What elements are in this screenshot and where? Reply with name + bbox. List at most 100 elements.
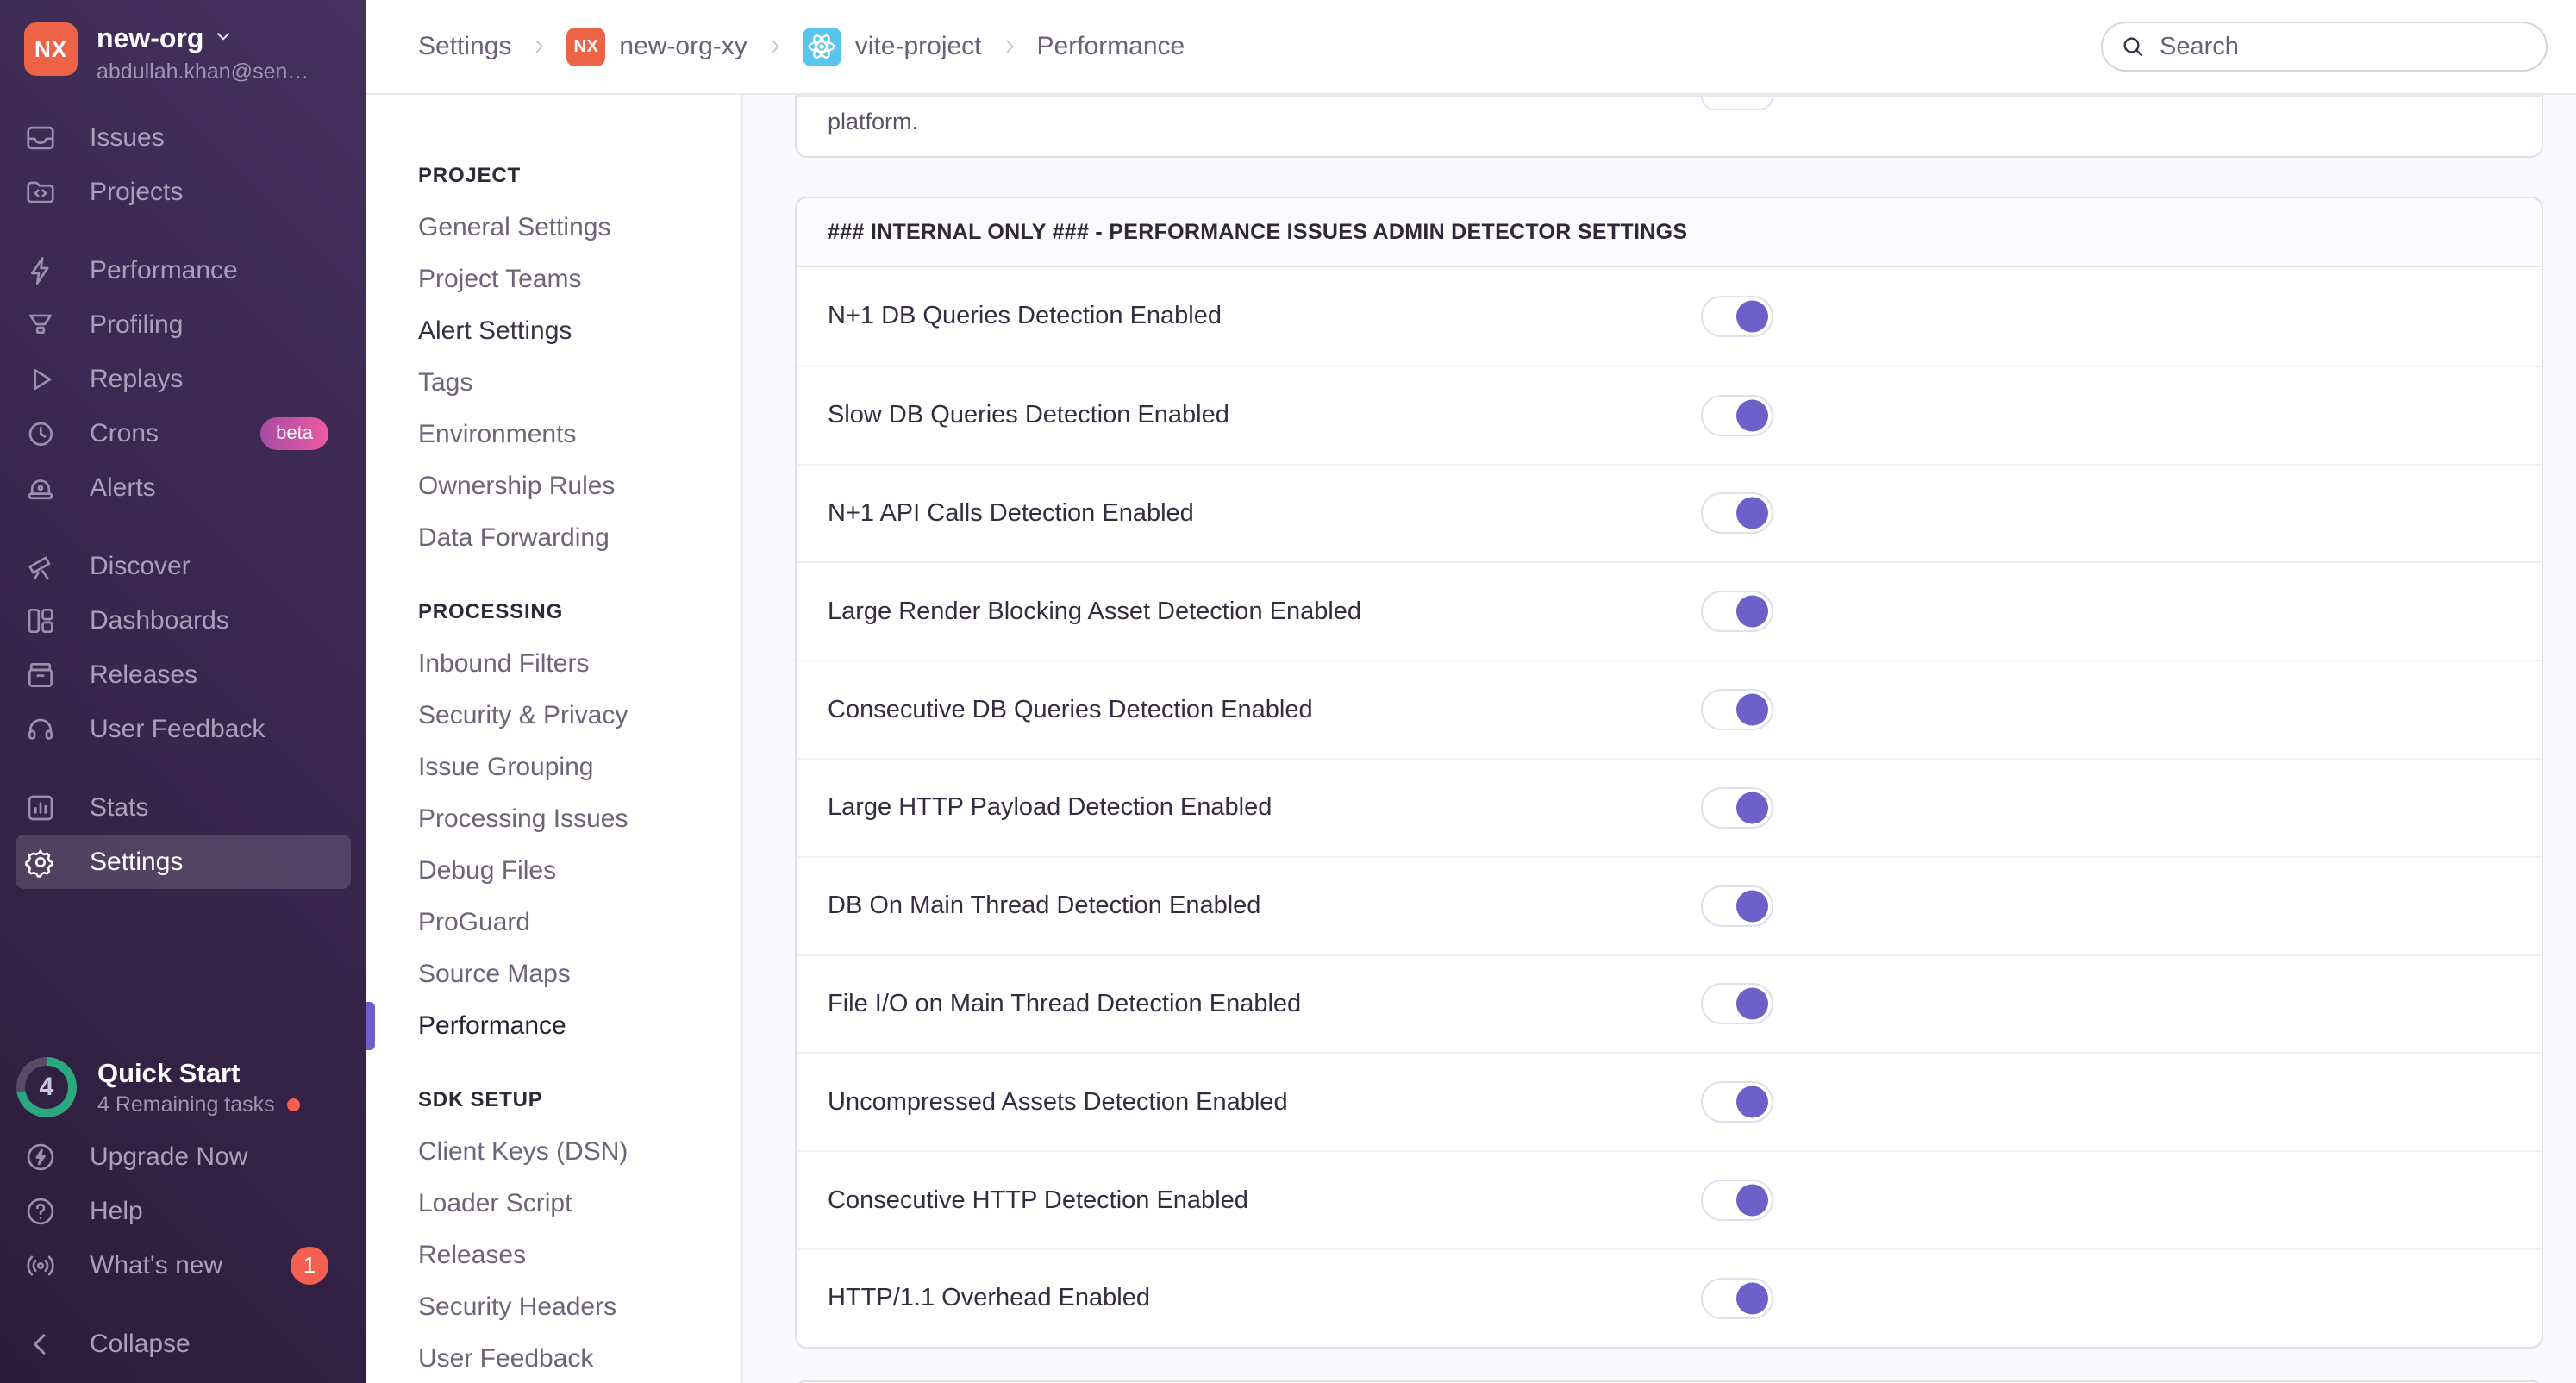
toggle-switch[interactable] bbox=[1701, 786, 1773, 829]
toggle-switch[interactable] bbox=[1701, 591, 1773, 633]
subnav-item-processing-issues[interactable]: Processing Issues bbox=[418, 793, 741, 845]
subnav-item-label: Releases bbox=[418, 1241, 527, 1269]
help-icon bbox=[24, 1195, 57, 1228]
subnav-item-alert-settings[interactable]: Alert Settings bbox=[418, 305, 741, 357]
toggle-knob bbox=[1736, 1086, 1768, 1118]
subnav-item-client-keys[interactable]: Client Keys (DSN) bbox=[418, 1126, 741, 1178]
subnav-item-label: Issue Grouping bbox=[418, 753, 594, 781]
subnav-item-user-feedback[interactable]: User Feedback bbox=[418, 1333, 741, 1383]
whats-new-badge: 1 bbox=[291, 1246, 328, 1285]
nav-group-gap bbox=[0, 756, 366, 780]
subnav-item-proguard[interactable]: ProGuard bbox=[418, 897, 741, 948]
breadcrumb-label: Settings bbox=[418, 32, 512, 60]
subnav-item-loader-script[interactable]: Loader Script bbox=[418, 1178, 741, 1230]
toggle-knob bbox=[1736, 987, 1768, 1020]
breadcrumb-organization[interactable]: NX new-org-xy bbox=[566, 27, 747, 66]
toggle-switch-partial[interactable] bbox=[1701, 97, 1773, 110]
sidebar-item-collapse[interactable]: Collapse bbox=[0, 1317, 366, 1371]
quick-start-progress-ring: 4 bbox=[16, 1057, 77, 1117]
sidebar-item-label: Replays bbox=[90, 364, 184, 393]
toggle-knob bbox=[1736, 399, 1768, 432]
subnav-item-inbound-filters[interactable]: Inbound Filters bbox=[418, 638, 741, 690]
subnav-item-project-teams[interactable]: Project Teams bbox=[418, 253, 741, 305]
subnav-item-source-maps[interactable]: Source Maps bbox=[418, 948, 741, 1000]
detector-label: N+1 DB Queries Detection Enabled bbox=[828, 302, 1222, 330]
toggle-switch[interactable] bbox=[1701, 1277, 1773, 1319]
detector-row-large-render-blocking-asset: Large Render Blocking Asset Detection En… bbox=[797, 561, 2542, 660]
subnav-section-project: PROJECT bbox=[418, 164, 521, 187]
toggle-switch[interactable] bbox=[1701, 394, 1773, 436]
subnav-item-label: Ownership Rules bbox=[418, 472, 616, 500]
subnav-item-security-headers[interactable]: Security Headers bbox=[418, 1281, 741, 1333]
sidebar-item-label: Collapse bbox=[90, 1329, 191, 1358]
sidebar-item-label: Performance bbox=[90, 255, 238, 285]
sidebar-item-dashboards[interactable]: Dashboards bbox=[0, 593, 366, 648]
toggle-knob bbox=[1736, 300, 1768, 333]
sidebar-item-crons[interactable]: Crons beta bbox=[0, 406, 366, 460]
lightning-icon bbox=[24, 254, 57, 287]
subnav-item-label: Project Teams bbox=[418, 265, 582, 293]
subnav-item-label: Debug Files bbox=[418, 856, 557, 885]
org-switcher[interactable]: NX new-org abdullah.khan@sen… bbox=[0, 0, 366, 84]
toggle-switch[interactable] bbox=[1701, 295, 1773, 337]
settings-panels: platform. ### INTERNAL ONLY ### - PERFOR… bbox=[743, 95, 2576, 1383]
sidebar-item-performance[interactable]: Performance bbox=[0, 243, 366, 297]
sidebar-item-alerts[interactable]: Alerts bbox=[0, 460, 366, 515]
subnav-item-tags[interactable]: Tags bbox=[418, 357, 741, 409]
sidebar-item-stats[interactable]: Stats bbox=[0, 780, 366, 835]
subnav-item-ownership-rules[interactable]: Ownership Rules bbox=[418, 460, 741, 512]
detector-label: N+1 API Calls Detection Enabled bbox=[828, 498, 1194, 527]
breadcrumb-project[interactable]: vite-project bbox=[802, 27, 982, 66]
sidebar-item-upgrade-now[interactable]: Upgrade Now bbox=[0, 1130, 366, 1184]
panel-title: ### INTERNAL ONLY ### - PERFORMANCE ISSU… bbox=[797, 198, 2542, 267]
detector-label: Uncompressed Assets Detection Enabled bbox=[828, 1087, 1288, 1116]
toggle-switch[interactable] bbox=[1701, 1180, 1773, 1222]
sidebar-item-label: User Feedback bbox=[90, 714, 266, 743]
toggle-switch[interactable] bbox=[1701, 885, 1773, 927]
toggle-switch[interactable] bbox=[1701, 492, 1773, 535]
org-chip: NX bbox=[566, 27, 606, 66]
quick-start-panel[interactable]: 4 Quick Start 4 Remaining tasks bbox=[0, 1057, 366, 1117]
sidebar-item-projects[interactable]: Projects bbox=[0, 165, 366, 219]
toggle-knob bbox=[1736, 1184, 1768, 1217]
sidebar-item-replays[interactable]: Replays bbox=[0, 352, 366, 406]
content-area: PROJECT General Settings Project Teams A… bbox=[366, 95, 2576, 1383]
toggle-switch[interactable] bbox=[1701, 983, 1773, 1025]
breadcrumb-label: vite-project bbox=[854, 32, 982, 60]
sidebar-item-whats-new[interactable]: What's new 1 bbox=[0, 1238, 366, 1292]
sidebar-item-user-feedback[interactable]: User Feedback bbox=[0, 702, 366, 756]
sidebar-item-label: Discover bbox=[90, 551, 191, 580]
subnav-item-debug-files[interactable]: Debug Files bbox=[418, 845, 741, 897]
subnav-item-environments[interactable]: Environments bbox=[418, 409, 741, 460]
subnav-item-performance[interactable]: Performance bbox=[366, 1000, 741, 1052]
subnav-item-general-settings[interactable]: General Settings bbox=[418, 202, 741, 253]
sidebar-item-issues[interactable]: Issues bbox=[0, 110, 366, 165]
sidebar-item-help[interactable]: Help bbox=[0, 1184, 366, 1238]
chevron-right-icon bbox=[999, 36, 1020, 57]
issues-icon bbox=[24, 122, 57, 154]
sidebar-item-releases[interactable]: Releases bbox=[0, 648, 366, 702]
detector-row-db-on-main-thread: DB On Main Thread Detection Enabled bbox=[797, 855, 2542, 954]
search-input[interactable] bbox=[2101, 22, 2548, 72]
breadcrumb-label: Performance bbox=[1036, 32, 1185, 60]
sidebar-item-label: Dashboards bbox=[90, 605, 229, 635]
sidebar-item-profiling[interactable]: Profiling bbox=[0, 297, 366, 352]
sidebar-item-settings[interactable]: Settings bbox=[16, 835, 351, 889]
subnav-item-releases[interactable]: Releases bbox=[418, 1230, 741, 1281]
search-box bbox=[2101, 22, 2548, 72]
chevron-right-icon bbox=[528, 36, 549, 57]
toggle-switch[interactable] bbox=[1701, 1081, 1773, 1123]
subnav-item-security-privacy[interactable]: Security & Privacy bbox=[418, 690, 741, 742]
sidebar-item-discover[interactable]: Discover bbox=[0, 539, 366, 593]
siren-icon bbox=[24, 472, 57, 504]
feedback-icon bbox=[24, 713, 57, 746]
breadcrumb-settings[interactable]: Settings bbox=[418, 32, 511, 61]
quick-start-subtitle: 4 Remaining tasks bbox=[97, 1092, 275, 1117]
detector-row-consecutive-db-queries: Consecutive DB Queries Detection Enabled bbox=[797, 660, 2542, 758]
active-indicator bbox=[366, 1002, 375, 1050]
subnav-item-issue-grouping[interactable]: Issue Grouping bbox=[418, 742, 741, 793]
subnav-item-data-forwarding[interactable]: Data Forwarding bbox=[418, 512, 741, 564]
notification-dot bbox=[286, 1098, 300, 1111]
toggle-switch[interactable] bbox=[1701, 689, 1773, 731]
detector-label: Slow DB Queries Detection Enabled bbox=[828, 401, 1229, 429]
